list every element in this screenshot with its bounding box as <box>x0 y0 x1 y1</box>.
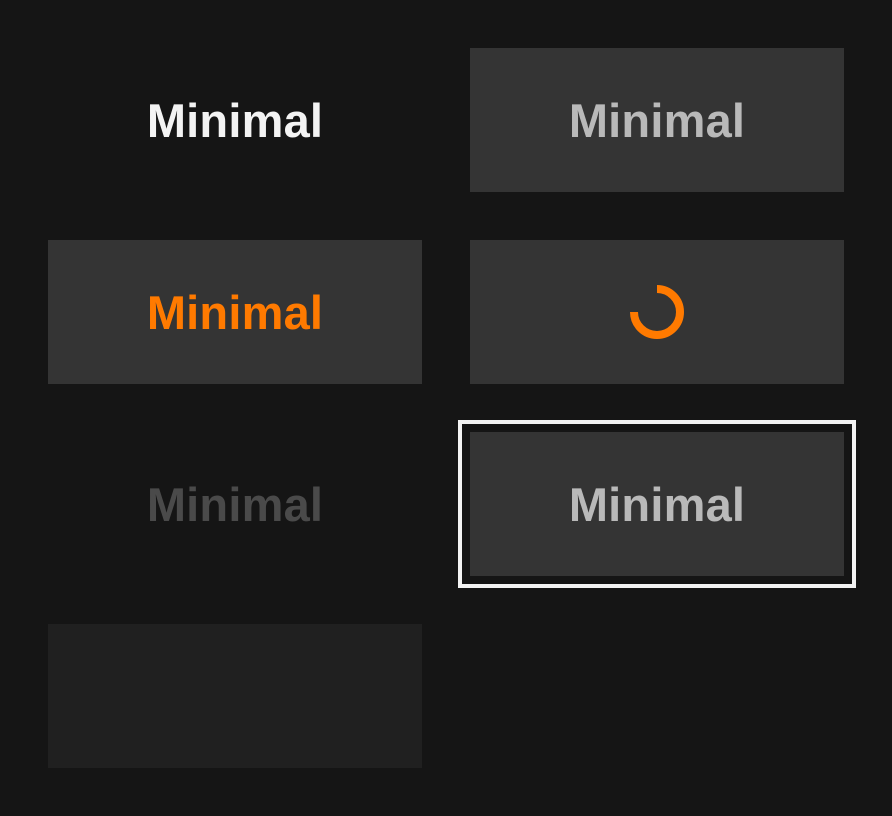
button-label: Minimal <box>146 93 324 147</box>
button-label: Minimal <box>146 285 324 339</box>
minimal-button-hover[interactable]: Minimal <box>470 48 844 192</box>
minimal-button-default[interactable]: Minimal <box>48 48 422 192</box>
minimal-button-empty[interactable] <box>48 624 422 768</box>
minimal-button-disabled: Minimal <box>48 432 422 576</box>
minimal-button-active[interactable]: Minimal <box>48 240 422 384</box>
button-label: Minimal <box>146 477 324 531</box>
button-label: Minimal <box>568 93 746 147</box>
minimal-button-focused[interactable]: Minimal <box>470 432 844 576</box>
minimal-button-loading[interactable] <box>470 240 844 384</box>
button-label: Minimal <box>568 477 746 531</box>
loading-spinner-icon <box>630 285 684 339</box>
